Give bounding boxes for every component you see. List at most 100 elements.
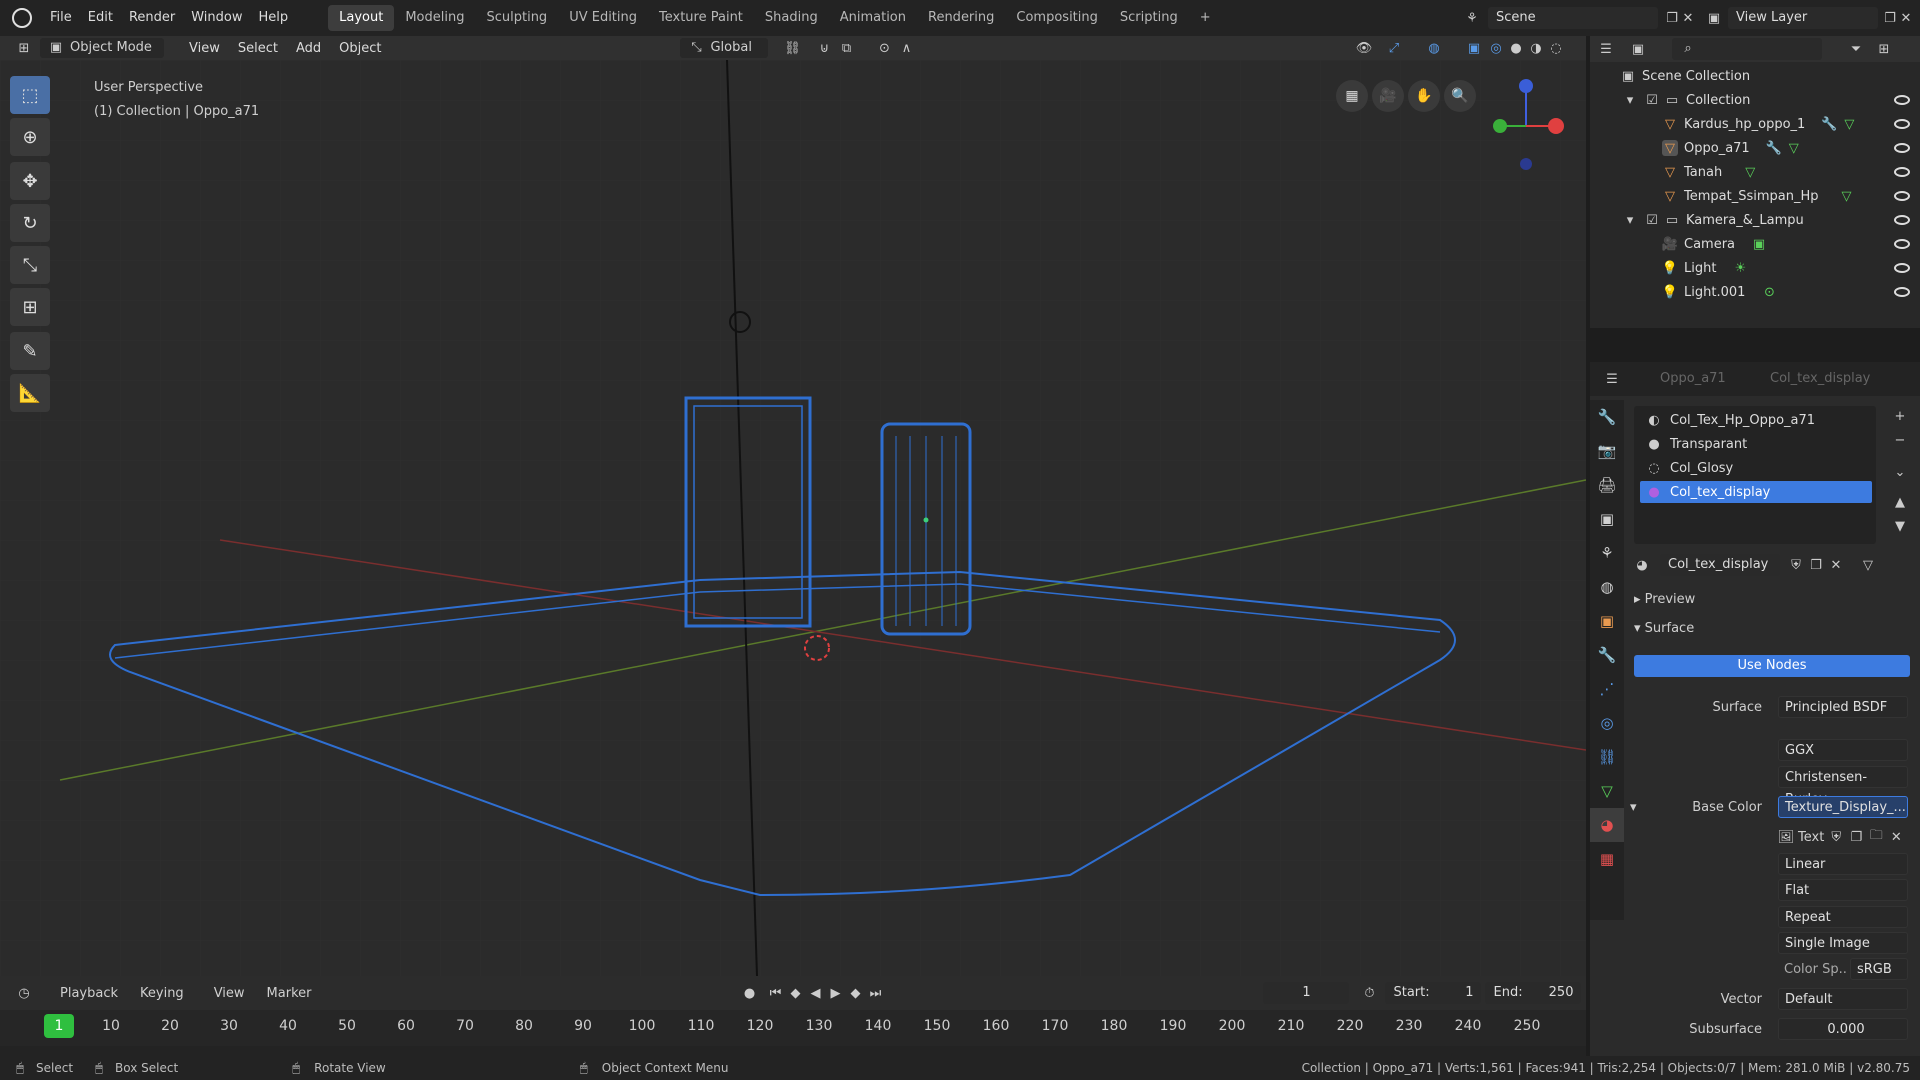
menu-view[interactable]: View [180, 41, 229, 56]
output-tab-icon[interactable]: 🖨 [1590, 468, 1624, 502]
particles-tab-icon[interactable]: ⋰ [1590, 672, 1624, 706]
surface-shader-dropdown[interactable]: Principled BSDF [1778, 696, 1908, 718]
menu-add[interactable]: Add [287, 41, 330, 56]
menu-keying[interactable]: Keying [140, 986, 184, 1001]
outliner-row-tanah[interactable]: ▽ Tanah ▽ [1590, 160, 1920, 184]
preview-panel-header[interactable]: ▸ Preview [1634, 592, 1695, 607]
use-nodes-button[interactable]: Use Nodes [1634, 655, 1910, 677]
expanded-arrow-icon[interactable]: ▾ [1630, 796, 1637, 820]
proportional-edit-icon[interactable]: ⊙ [876, 40, 892, 56]
subsurface-method-dropdown[interactable]: Christensen-Burley [1778, 766, 1908, 807]
duplicate-image-icon[interactable]: ❐ [1848, 829, 1864, 845]
eye-icon[interactable] [1894, 191, 1910, 201]
extension-dropdown[interactable]: Repeat [1778, 906, 1908, 928]
overlay-icon[interactable]: ◍ [1426, 40, 1442, 56]
outliner-row-kamera-lampu[interactable]: ▾ ☑ ▭ Kamera_&_Lampu [1590, 208, 1920, 232]
outliner-root[interactable]: ▣ Scene Collection [1590, 64, 1920, 88]
unlink-material-icon[interactable]: ✕ [1828, 557, 1844, 573]
play-reverse-icon[interactable]: ◀ [807, 985, 823, 1001]
new-collection-icon[interactable]: ⊞ [1876, 41, 1892, 57]
source-dropdown[interactable]: Single Image [1778, 932, 1908, 954]
material-slot[interactable]: ● Transparant [1640, 433, 1872, 455]
eye-icon[interactable] [1894, 119, 1910, 129]
current-frame-field[interactable]: 1 [1263, 982, 1350, 1004]
shading-wireframe-icon[interactable]: ◎ [1488, 40, 1504, 56]
visibility-icon[interactable]: 👁 [1356, 40, 1373, 56]
outliner-row-kardus[interactable]: ▽ Kardus_hp_oppo_1 🔧 ▽ [1590, 112, 1920, 136]
expand-arrow-icon[interactable]: ▾ [1622, 212, 1638, 228]
close-view-layer-icon[interactable]: ✕ [1898, 10, 1914, 26]
gizmo-icon[interactable]: ⤢ [1386, 40, 1402, 56]
eye-icon[interactable] [1894, 215, 1910, 225]
x-axis-icon[interactable] [1548, 118, 1564, 134]
image-name-field[interactable]: Text [1798, 830, 1824, 845]
3d-viewport[interactable] [0, 60, 1586, 976]
menu-object[interactable]: Object [330, 41, 390, 56]
eye-icon[interactable] [1894, 167, 1910, 177]
checkbox-icon[interactable]: ☑ [1644, 212, 1660, 228]
jump-start-icon[interactable]: ⏮ [767, 985, 783, 1001]
editor-type-icon[interactable]: ⊞ [16, 40, 32, 56]
material-name-field[interactable]: Col_tex_display [1660, 554, 1780, 576]
tab-sculpting[interactable]: Sculpting [475, 5, 558, 31]
outliner-row-light-001[interactable]: 💡 Light.001 ⊙ [1590, 280, 1920, 304]
world-tab-icon[interactable]: ◍ [1590, 570, 1624, 604]
open-image-folder-icon[interactable]: 🗀 [1868, 828, 1884, 845]
annotate-tool-icon[interactable]: ✎ [10, 332, 50, 370]
outliner-row-camera[interactable]: 🎥 Camera ▣ [1590, 232, 1920, 256]
tab-compositing[interactable]: Compositing [1005, 5, 1109, 31]
eye-icon[interactable] [1894, 287, 1910, 297]
copy-scene-icon[interactable]: ❐ [1664, 10, 1680, 26]
display-mode-icon[interactable]: ▣ [1630, 41, 1646, 57]
material-slot[interactable]: ◌ Col_Glosy [1640, 457, 1872, 479]
falloff-icon[interactable]: ∧ [898, 40, 914, 56]
move-slot-down-icon[interactable]: ▼ [1892, 518, 1908, 534]
play-icon[interactable]: ▶ [827, 985, 843, 1001]
tab-texture-paint[interactable]: Texture Paint [648, 5, 754, 31]
eye-icon[interactable] [1894, 143, 1910, 153]
menu-select[interactable]: Select [229, 41, 287, 56]
material-slot-selected[interactable]: ● Col_tex_display [1640, 481, 1872, 503]
outliner-row-tempat[interactable]: ▽ Tempat_Ssimpan_Hp ▽ [1590, 184, 1920, 208]
measure-tool-icon[interactable]: 📐 [10, 374, 50, 412]
tab-uv-editing[interactable]: UV Editing [558, 5, 648, 31]
jump-end-icon[interactable]: ⏭ [867, 985, 883, 1001]
transform-tool-icon[interactable]: ⊞ [10, 288, 50, 326]
snap-icon[interactable]: ⊍ [816, 40, 832, 56]
tab-rendering[interactable]: Rendering [917, 5, 1005, 31]
move-slot-up-icon[interactable]: ▲ [1892, 494, 1908, 510]
expand-arrow-icon[interactable]: ▾ [1622, 92, 1638, 108]
render-tab-icon[interactable]: 📷 [1590, 434, 1624, 468]
shading-material-icon[interactable]: ◑ [1528, 40, 1544, 56]
mode-dropdown[interactable]: ▣ Object Mode [40, 38, 164, 58]
material-browse-icon[interactable]: ◕ [1634, 557, 1650, 573]
menu-timeline-view[interactable]: View [214, 986, 245, 1001]
menu-help[interactable]: Help [251, 0, 297, 36]
perspective-toggle-icon[interactable]: ▦ [1336, 80, 1368, 112]
record-icon[interactable]: ● [741, 985, 757, 1001]
xray-icon[interactable]: ▣ [1466, 40, 1482, 56]
outliner-row-light[interactable]: 💡 Light ☀ [1590, 256, 1920, 280]
menu-file[interactable]: File [42, 0, 80, 36]
select-box-tool-icon[interactable]: ⬚ [10, 76, 50, 114]
move-tool-icon[interactable]: ✥ [10, 162, 50, 200]
zoom-icon[interactable]: 🔍 [1444, 80, 1476, 112]
clock-editor-icon[interactable]: ◷ [16, 985, 32, 1001]
physics-tab-icon[interactable]: ◎ [1590, 706, 1624, 740]
menu-marker[interactable]: Marker [267, 986, 312, 1001]
y-axis-icon[interactable] [1493, 119, 1507, 133]
distribution-dropdown[interactable]: GGX [1778, 739, 1908, 761]
snap-target-icon[interactable]: ⧉ [838, 40, 854, 56]
fake-user-shield-icon[interactable]: ⛨ [1788, 557, 1804, 573]
outliner-row-collection[interactable]: ▾ ☑ ▭ Collection [1590, 88, 1920, 112]
menu-window[interactable]: Window [183, 0, 250, 36]
outliner-search-input[interactable]: ⌕ [1672, 38, 1822, 60]
filter-icon[interactable]: ⏷ [1848, 41, 1864, 57]
z-axis-icon[interactable] [1519, 79, 1533, 93]
tab-shading[interactable]: Shading [754, 5, 829, 31]
outliner-editor-icon[interactable]: ☰ [1598, 41, 1614, 57]
projection-dropdown[interactable]: Flat [1778, 879, 1908, 901]
tab-animation[interactable]: Animation [829, 5, 917, 31]
menu-playback[interactable]: Playback [60, 986, 118, 1001]
end-frame-field[interactable]: End: 250 [1485, 982, 1582, 1004]
